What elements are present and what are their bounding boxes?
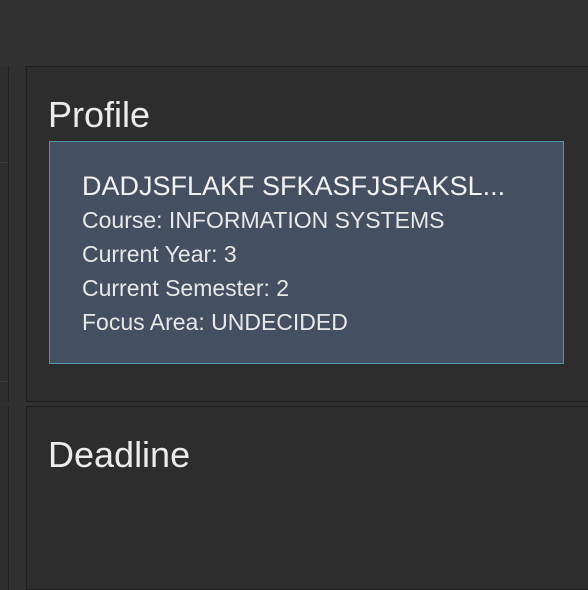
left-panel-edge — [0, 66, 9, 401]
divider — [0, 381, 8, 382]
course-text: Course: INFORMATION SYSTEMS — [82, 207, 445, 233]
focus-area-text: Focus Area: UNDECIDED — [82, 309, 348, 335]
left-panel-edge-lower — [0, 406, 9, 590]
deadline-panel: Deadline — [26, 406, 588, 590]
profile-panel: Profile DADJSFLAKF SFKASFJSFAKSL... Cour… — [26, 66, 588, 402]
deadline-title: Deadline — [48, 434, 191, 475]
student-name: DADJSFLAKF SFKASFJSFAKSL... — [82, 171, 506, 201]
profile-card[interactable]: DADJSFLAKF SFKASFJSFAKSL... Course: INFO… — [49, 141, 564, 364]
current-semester-text: Current Semester: 2 — [82, 275, 290, 301]
divider — [0, 162, 8, 163]
current-year-text: Current Year: 3 — [82, 241, 237, 267]
top-bar — [0, 0, 588, 66]
profile-title: Profile — [48, 94, 151, 135]
